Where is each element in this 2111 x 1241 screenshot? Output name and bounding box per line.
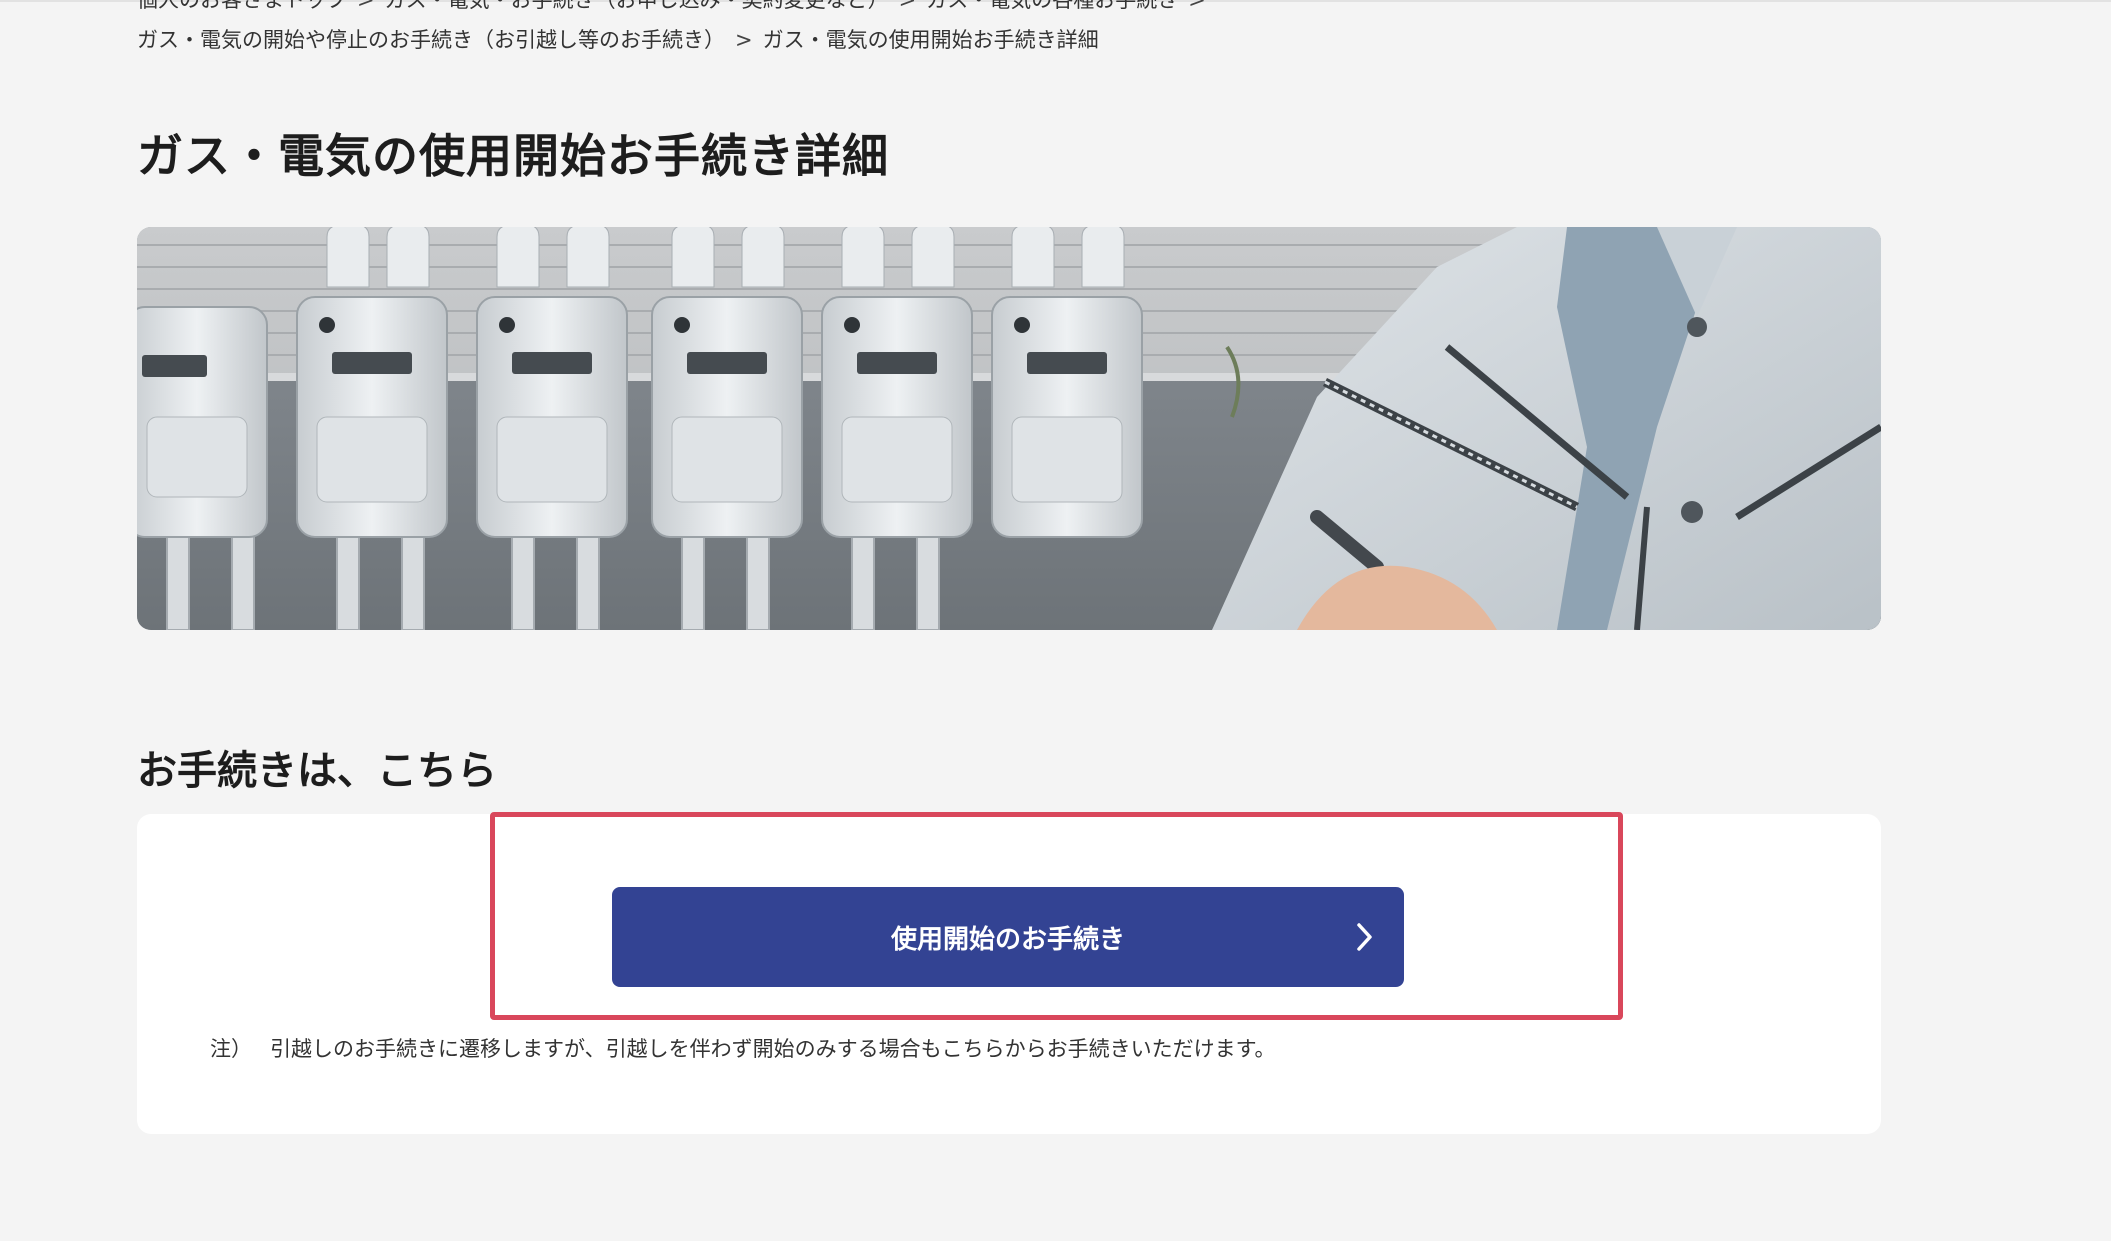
breadcrumb-row-1: 個人のお客さまトップ > ガス・電気・お手続き（お申し込み・契約変更など） > ガス・電…	[137, 0, 1216, 14]
breadcrumb-item-procedures[interactable]: ガス・電気・お手続き（お申し込み・契約変更など）	[385, 0, 889, 12]
hero-image	[137, 227, 1881, 630]
breadcrumb-separator: >	[735, 28, 753, 52]
breadcrumb-item-moving-procedures[interactable]: ガス・電気の開始や停止のお手続き（お引越し等のお手続き）	[137, 28, 725, 52]
note-text: 引越しのお手続きに遷移しますが、引越しを伴わず開始のみする場合もこちらからお手続…	[270, 1037, 1276, 1061]
breadcrumb-item-personal-top[interactable]: 個人のお客さまトップ	[137, 0, 347, 12]
note-prefix: 注）	[210, 1037, 252, 1061]
breadcrumb-separator: >	[357, 0, 375, 12]
breadcrumb-separator: >	[1188, 0, 1206, 12]
breadcrumb-item-various-procedures[interactable]: ガス・電気の各種お手続き	[926, 0, 1178, 12]
hero-illustration	[137, 227, 1881, 630]
breadcrumb-row-2: ガス・電気の開始や停止のお手続き（お引越し等のお手続き） > ガス・電気の使用開始お…	[137, 26, 1099, 54]
breadcrumb-item-current: ガス・電気の使用開始お手続き詳細	[762, 28, 1099, 52]
breadcrumb-separator: >	[898, 0, 917, 12]
procedure-note: 注） 引越しのお手続きに遷移しますが、引越しを伴わず開始のみする場合もこちらからお…	[210, 1033, 1275, 1063]
start-usage-procedure-label: 使用開始のお手続き	[890, 924, 1125, 955]
page-title: ガス・電気の使用開始お手続き詳細	[137, 129, 889, 183]
page: 個人のお客さまトップ > ガス・電気・お手続き（お申し込み・契約変更など） > ガス・電…	[0, 0, 2111, 1241]
chevron-right-icon	[1357, 923, 1372, 951]
procedure-heading: お手続きは、こちら	[137, 748, 497, 794]
start-usage-procedure-button[interactable]: 使用開始のお手続き	[612, 887, 1404, 987]
